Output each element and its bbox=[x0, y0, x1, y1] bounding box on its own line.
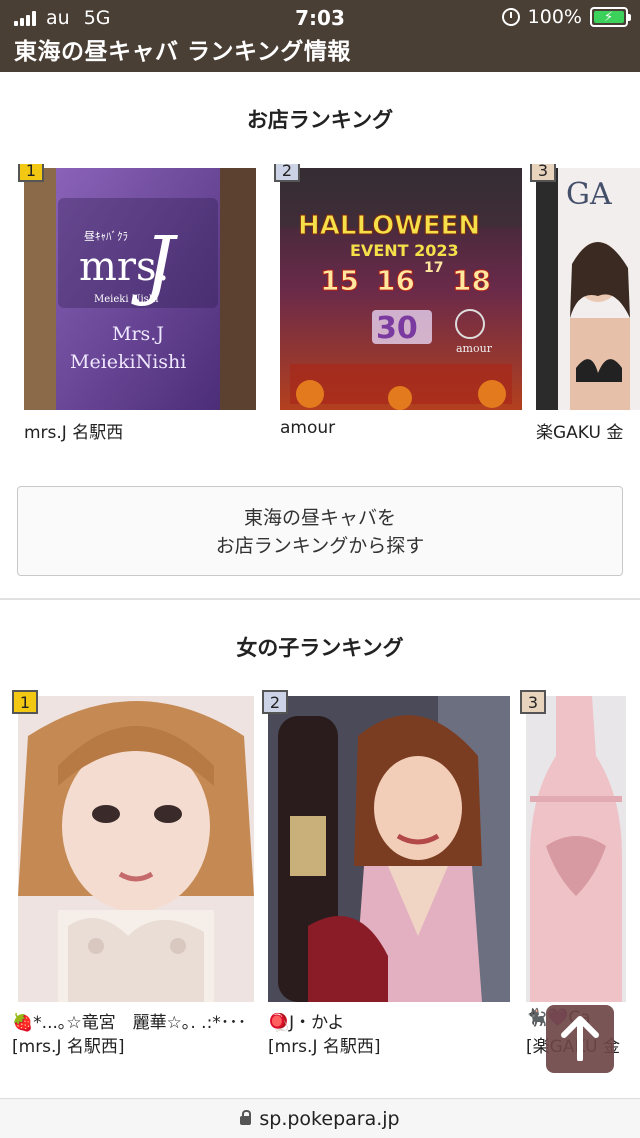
rank-badge: 1 bbox=[12, 690, 38, 714]
girl-card-1[interactable]: 1 🍓*...｡☆竜宮 麗華☆｡. .:*･･･ [mrs.J 名駅西] bbox=[12, 690, 262, 1060]
poster-date: 16 bbox=[376, 264, 415, 297]
girl-ranking-title: 女の子ランキング bbox=[236, 636, 404, 660]
find-button-line1: 東海の昼キャバを bbox=[243, 507, 396, 529]
poster-headline: HALLOWEEN bbox=[298, 211, 480, 241]
girl-photo-1[interactable] bbox=[18, 696, 254, 1002]
scroll-to-top-button[interactable] bbox=[546, 1005, 614, 1073]
battery-percent: 100% bbox=[527, 6, 582, 28]
rank-badge: 2 bbox=[262, 690, 288, 714]
shop-thumbnail-2[interactable]: HALLOWEEN EVENT 2023 15 16 17 18 30 amou… bbox=[280, 168, 522, 410]
sign-line1: Mrs.J bbox=[112, 323, 164, 345]
shop-name-1[interactable]: mrs.J 名駅西 bbox=[24, 418, 123, 443]
gaku-poster-image: GA bbox=[536, 168, 640, 410]
poster-date: 17 bbox=[424, 260, 443, 276]
shop-ranking-title: お店ランキング bbox=[246, 108, 394, 132]
girl-shop-2[interactable]: [mrs.J 名駅西] bbox=[268, 1032, 381, 1057]
shop-ranking-carousel[interactable]: 1 昼ｷｬﾊﾞｸﾗ mrs. J Meieki Nishi Mrs.J Meie… bbox=[0, 164, 640, 444]
girl-portrait-image bbox=[268, 696, 510, 1002]
page-title: 東海の昼キャバ ランキング情報 bbox=[14, 39, 351, 65]
girl-portrait-image bbox=[18, 696, 254, 1002]
logo-small-text: 昼ｷｬﾊﾞｸﾗ bbox=[84, 230, 128, 243]
lock-icon bbox=[240, 1110, 252, 1125]
shop-thumbnail-3[interactable]: GA bbox=[536, 168, 640, 410]
rank-badge: 2 bbox=[274, 164, 300, 182]
poster-text: GA bbox=[566, 177, 612, 212]
shop-card-3[interactable]: 3 GA 楽GAKU 金 bbox=[530, 164, 640, 444]
rank-badge: 3 bbox=[530, 164, 556, 182]
battery-icon: ⚡ bbox=[590, 7, 631, 27]
mrsj-storefront-image: 昼ｷｬﾊﾞｸﾗ mrs. J Meieki Nishi Mrs.J Meieki… bbox=[24, 168, 256, 410]
poster-day30: 30 bbox=[376, 311, 418, 346]
top-band: au 5G 7:03 100% ⚡ 東海の昼キャバ ランキング情報 bbox=[0, 0, 640, 72]
alarm-icon bbox=[501, 8, 520, 26]
shop-name-2[interactable]: amour bbox=[280, 418, 335, 438]
rank-badge: 3 bbox=[520, 690, 546, 714]
sign-line2: MeiekiNishi bbox=[70, 351, 186, 373]
girl-shop-1[interactable]: [mrs.J 名駅西] bbox=[12, 1032, 125, 1057]
section-divider bbox=[0, 598, 640, 600]
shop-card-2[interactable]: 2 HALLOWEEN EVENT 2023 15 16 17 18 30 am… bbox=[274, 164, 524, 444]
champagne-bottle-image bbox=[526, 696, 626, 1002]
girl-name-1[interactable]: 🍓*...｡☆竜宮 麗華☆｡. .:*･･･ bbox=[12, 1008, 256, 1033]
amour-halloween-poster: HALLOWEEN EVENT 2023 15 16 17 18 30 amou… bbox=[280, 168, 522, 410]
status-bar: au 5G 7:03 100% ⚡ bbox=[0, 0, 640, 34]
find-shop-ranking-button[interactable]: 東海の昼キャバを お店ランキングから探す bbox=[17, 486, 623, 576]
girl-photo-2[interactable] bbox=[268, 696, 510, 1002]
girl-photo-3[interactable] bbox=[526, 696, 626, 1002]
arrow-up-icon bbox=[561, 1016, 599, 1061]
poster-date: 18 bbox=[452, 264, 491, 297]
logo-sub-text: Meieki Nishi bbox=[94, 294, 158, 305]
shop-thumbnail-1[interactable]: 昼ｷｬﾊﾞｸﾗ mrs. J Meieki Nishi Mrs.J Meieki… bbox=[24, 168, 256, 410]
poster-event: EVENT 2023 bbox=[350, 241, 459, 260]
girl-card-2[interactable]: 2 🪀J・かよ [mrs.J 名駅西] bbox=[262, 690, 520, 1060]
url-text: sp.pokepara.jp bbox=[259, 1108, 400, 1130]
shop-card-1[interactable]: 1 昼ｷｬﾊﾞｸﾗ mrs. J Meieki Nishi Mrs.J Meie… bbox=[18, 164, 268, 444]
girl-ranking-carousel[interactable]: 1 🍓*...｡☆竜宮 麗華☆｡. .:*･･･ [mrs.J 名駅西] 2 🪀… bbox=[0, 690, 640, 1060]
poster-brand: amour bbox=[456, 342, 493, 355]
browser-url-bar[interactable]: sp.pokepara.jp bbox=[0, 1098, 640, 1138]
girl-name-2[interactable]: 🪀J・かよ bbox=[268, 1008, 344, 1033]
shop-name-3[interactable]: 楽GAKU 金 bbox=[536, 418, 623, 443]
rank-badge: 1 bbox=[18, 164, 44, 182]
poster-date: 15 bbox=[320, 264, 359, 297]
find-button-line2: お店ランキングから探す bbox=[215, 535, 425, 557]
